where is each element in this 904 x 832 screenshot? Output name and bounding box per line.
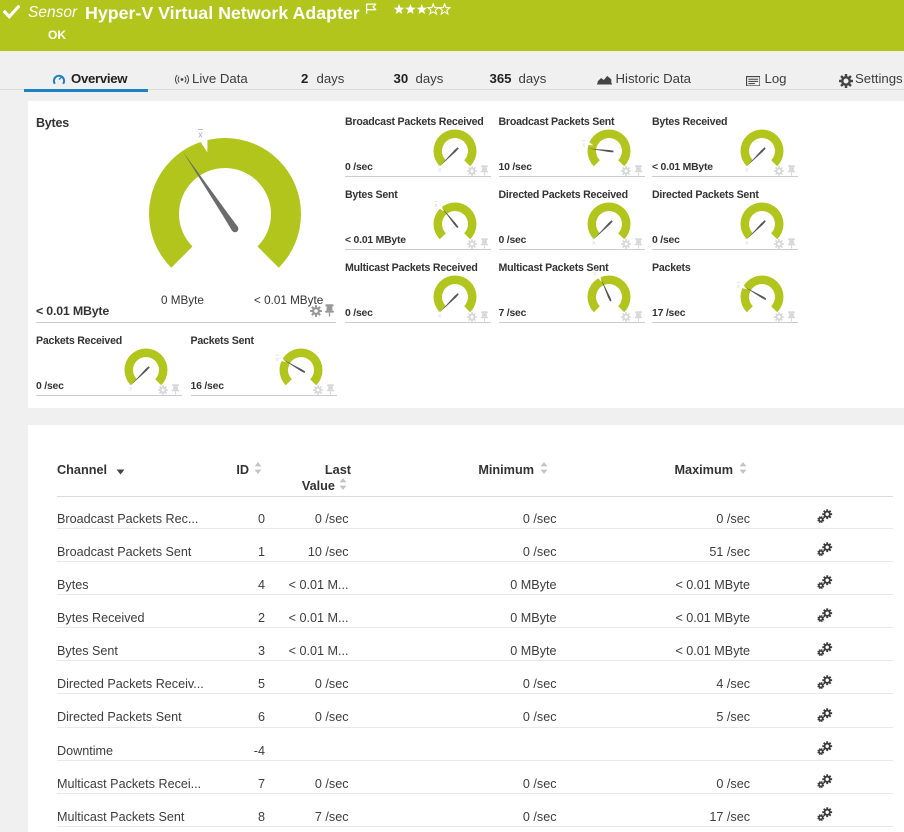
svg-text:x: x [582, 141, 586, 148]
svg-text:x: x [438, 166, 442, 173]
svg-text:x: x [737, 282, 741, 289]
svg-text:x: x [198, 129, 203, 139]
svg-text:x: x [275, 355, 279, 362]
svg-text:x: x [745, 239, 749, 246]
svg-text:x: x [434, 201, 438, 208]
svg-text:x: x [592, 239, 596, 246]
svg-text:x: x [745, 166, 749, 173]
svg-text:x: x [129, 385, 133, 392]
svg-text:x: x [438, 312, 442, 319]
